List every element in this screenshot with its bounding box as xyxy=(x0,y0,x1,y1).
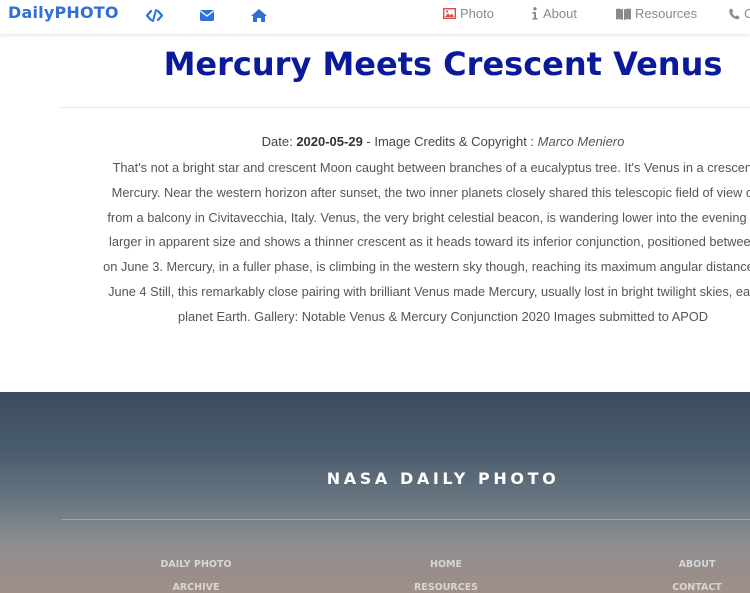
photo-description: That's not a bright star and crescent Mo… xyxy=(60,156,750,330)
footer-link-archive[interactable]: ARCHIVE xyxy=(173,582,220,593)
phone-icon xyxy=(729,8,740,20)
site-footer: NASA DAILY PHOTO DAILY PHOTO ARCHIVE HOM… xyxy=(0,392,750,593)
description-line: larger in apparent size and shows a thin… xyxy=(109,234,750,250)
nav-link-contact[interactable]: C xyxy=(729,6,750,21)
description-line: June 4 Still, this remarkably close pair… xyxy=(108,283,750,299)
description-line: from a balcony in Civitavecchia, Italy. … xyxy=(107,209,750,225)
code-icon[interactable] xyxy=(144,7,164,23)
info-icon xyxy=(531,7,539,20)
footer-link-resources[interactable]: RESOURCES xyxy=(414,582,478,593)
date-label: Date: xyxy=(261,134,297,149)
footer-divider xyxy=(61,519,750,520)
photo-meta: Date: 2020-05-29 - Image Credits & Copyr… xyxy=(0,134,750,149)
image-icon xyxy=(443,8,456,19)
date-value: 2020-05-29 xyxy=(296,134,363,149)
nav-link-label: Resources xyxy=(635,6,698,21)
nav-link-photo[interactable]: Photo xyxy=(443,6,494,21)
footer-link-contact[interactable]: CONTACT xyxy=(672,582,722,593)
footer-link-about[interactable]: ABOUT xyxy=(679,559,716,570)
title-divider xyxy=(61,107,750,108)
description-line: planet Earth. Gallery: Notable Venus & M… xyxy=(178,308,708,324)
page-title: Mercury Meets Crescent Venus xyxy=(163,45,723,83)
footer-link-home[interactable]: HOME xyxy=(430,559,462,570)
description-line: on June 3. Mercury, in a fuller phase, i… xyxy=(103,259,750,275)
footer-link-daily-photo[interactable]: DAILY PHOTO xyxy=(160,559,231,570)
nav-link-label: Photo xyxy=(460,6,494,21)
nav-link-label: About xyxy=(543,6,577,21)
footer-title: NASA DAILY PHOTO xyxy=(326,469,560,488)
description-line: That's not a bright star and crescent Mo… xyxy=(112,160,750,175)
home-icon[interactable] xyxy=(249,7,269,23)
nav-link-about[interactable]: About xyxy=(531,6,577,21)
book-icon xyxy=(616,8,631,20)
credits-author: Marco Meniero xyxy=(537,134,625,149)
credits-label: - Image Credits & Copyright : xyxy=(362,134,538,149)
brand-logo[interactable]: DailyPHOTO xyxy=(8,3,119,22)
nav-link-resources[interactable]: Resources xyxy=(616,6,697,21)
envelope-icon[interactable] xyxy=(197,7,217,23)
nav-link-label: C xyxy=(744,6,750,21)
top-navbar: DailyPHOTO Photo About Resources C xyxy=(0,0,750,34)
description-line: Mercury. Near the western horizon after … xyxy=(111,184,750,200)
